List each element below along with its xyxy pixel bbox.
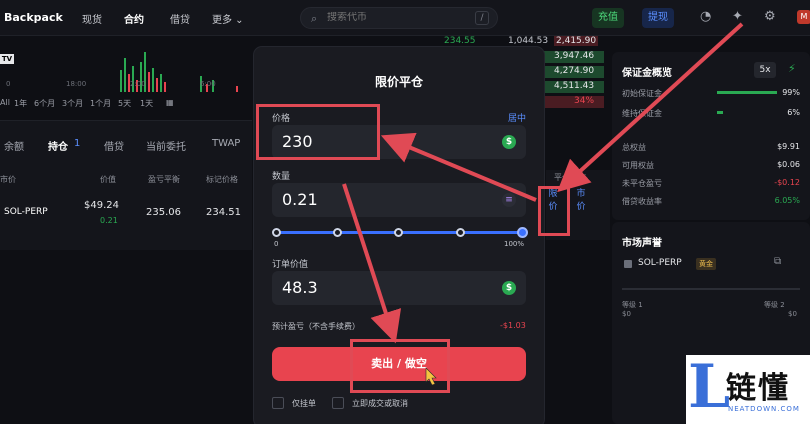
brand-logo[interactable]: Backpack [4, 11, 63, 24]
level-1-label: 等级 1 [622, 301, 643, 309]
tab-balance[interactable]: 余额 [4, 138, 24, 153]
time-label: 2:00 [130, 80, 146, 88]
margin-title: 保证金概览 [622, 68, 672, 79]
timeframe-3m[interactable]: 3个月 [62, 98, 83, 109]
search-shortcut-key: / [475, 11, 489, 25]
tab-market[interactable]: 市价 [574, 188, 588, 214]
level-2-label: 等级 2 [764, 301, 785, 309]
col-header-mark: 标记价格 [206, 175, 238, 184]
position-qty: 0.21 [100, 216, 118, 225]
tab-twap[interactable]: TWAP [212, 138, 240, 149]
time-label: 18:00 [66, 80, 87, 88]
tab-open-orders[interactable]: 当前委托 [146, 138, 186, 153]
tier-badge: 黄金 [696, 258, 716, 270]
pie-chart-icon[interactable]: ◔ [700, 9, 711, 24]
position-symbol[interactable]: SOL-PERP [4, 207, 48, 217]
slider-step[interactable] [272, 228, 281, 237]
col-header-breakeven: 盈亏平衡 [148, 175, 180, 184]
deposit-button[interactable]: 充值 [592, 8, 624, 28]
search-input[interactable] [327, 12, 467, 23]
post-only-label: 仅挂单 [292, 399, 316, 408]
time-label: 0 [6, 80, 11, 88]
col-header-value: 价值 [100, 175, 116, 184]
price-mid-button[interactable]: 居中 [508, 111, 526, 124]
nav-spot[interactable]: 现货 [82, 11, 102, 26]
calendar-icon[interactable]: ▦ [166, 98, 174, 107]
nav-lend[interactable]: 借贷 [170, 11, 190, 26]
solana-icon: ≡ [502, 193, 516, 207]
slider-max-label: 100% [504, 240, 525, 248]
order-value-label: 订单价值 [272, 260, 309, 270]
positions-count-badge: 1 [74, 138, 81, 149]
watermark: L 链懂 NEATDOWN.COM [686, 355, 810, 424]
leverage-selector[interactable]: 5x [754, 62, 776, 78]
timeframe-1y[interactable]: 1年 [14, 98, 27, 109]
timeframe-1m[interactable]: 1个月 [90, 98, 111, 109]
withdraw-button[interactable]: 提现 [642, 8, 674, 28]
margin-overview-panel: 保证金概览 5x ⚡ 初始保证金 99% 维持保证金 6% 总权益 $9.91 … [612, 52, 810, 220]
timeframe-6m[interactable]: 6个月 [34, 98, 55, 109]
slider-step[interactable] [456, 228, 465, 237]
copy-icon[interactable]: ⧉ [774, 256, 781, 267]
ioc-checkbox[interactable] [332, 397, 344, 409]
watermark-text: 链懂 [726, 371, 790, 406]
quantity-label: 数量 [272, 172, 291, 182]
search-bar[interactable]: ⌕ / [300, 7, 498, 29]
market-symbol[interactable]: SOL-PERP [638, 258, 682, 268]
reputation-progress-track [622, 288, 800, 290]
watermark-logo: L [688, 352, 731, 422]
annotation-box-price [256, 104, 380, 160]
market-reputation-title: 市场声誉 [622, 238, 662, 249]
estimated-pnl-label: 预计盈亏（不含手续费） [272, 322, 360, 331]
order-value-field[interactable]: $ [272, 271, 526, 305]
slider-step[interactable] [333, 228, 342, 237]
order-value-input[interactable] [282, 278, 482, 297]
dollar-icon: $ [502, 135, 516, 149]
timeframe-5d[interactable]: 5天 [118, 98, 131, 109]
annotation-box-limit-tab [538, 186, 570, 236]
watermark-url: NEATDOWN.COM [728, 405, 800, 413]
tab-borrow[interactable]: 借贷 [104, 138, 124, 153]
level-1-value: $0 [622, 310, 631, 318]
sparkle-icon[interactable]: ✦ [732, 9, 743, 24]
solana-icon [624, 260, 632, 268]
quantity-input[interactable] [282, 190, 482, 209]
nav-more[interactable]: 更多 ⌄ [212, 11, 244, 26]
post-only-checkbox[interactable] [272, 397, 284, 409]
modal-title: 限价平仓 [374, 75, 423, 89]
search-icon: ⌕ [311, 12, 318, 25]
timeframe-1d[interactable]: 1天 [140, 98, 153, 109]
slider-step[interactable] [394, 228, 403, 237]
gear-icon[interactable]: ⚙ [764, 9, 776, 24]
dollar-icon: $ [502, 281, 516, 295]
close-header: 平仓操作 [554, 173, 586, 182]
lightning-icon: ⚡ [788, 62, 796, 75]
avatar[interactable]: M [797, 10, 810, 24]
estimated-pnl-value: -$1.03 [500, 321, 526, 330]
ioc-label: 立即成交或取消 [352, 399, 408, 408]
time-label: 6:00 [200, 80, 216, 88]
position-breakeven: 235.06 [146, 207, 181, 218]
col-header-market: 市价 [0, 175, 16, 184]
quantity-slider[interactable] [272, 227, 528, 238]
nav-futures[interactable]: 合约 [124, 11, 144, 26]
slider-min-label: 0 [274, 240, 279, 248]
slider-handle[interactable] [517, 227, 528, 238]
quantity-field[interactable]: ≡ [272, 183, 526, 217]
tradingview-logo: TV [0, 54, 14, 64]
level-2-value: $0 [788, 310, 797, 318]
tab-positions[interactable]: 持仓 [48, 138, 68, 153]
position-mark: 234.51 [206, 207, 241, 218]
timeframe-all[interactable]: All [0, 98, 10, 107]
annotation-box-sell [350, 339, 450, 393]
position-value: $49.24 [84, 200, 119, 211]
